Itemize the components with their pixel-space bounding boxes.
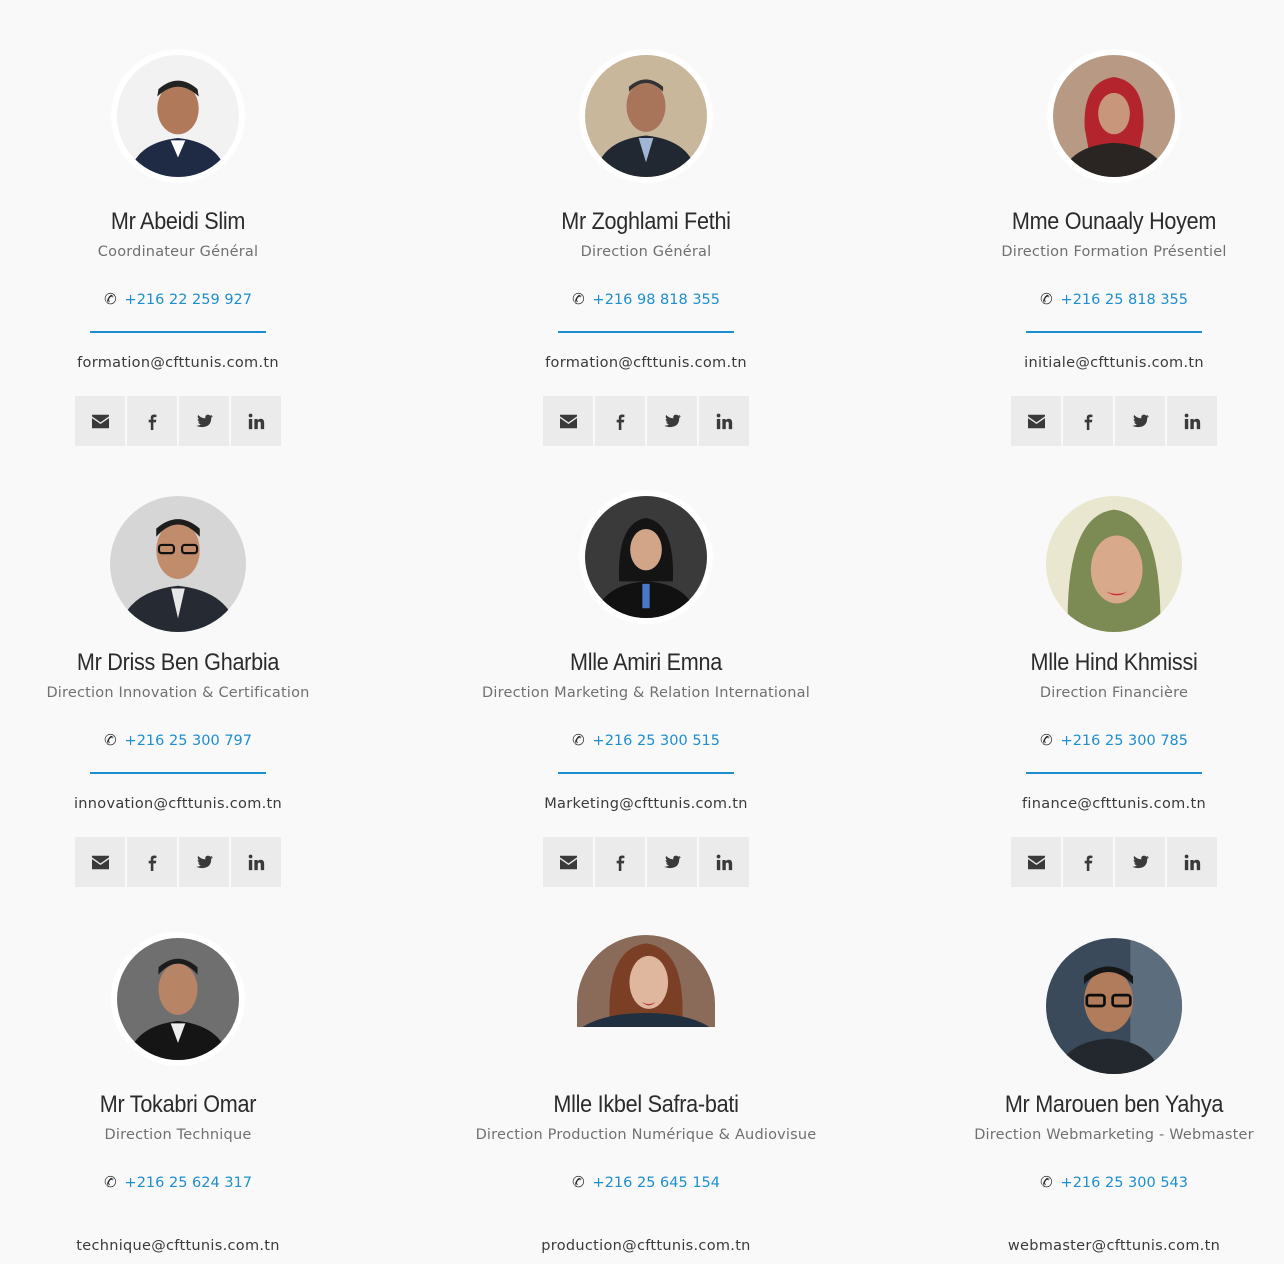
avatar [1046,496,1182,632]
member-email: finance@cfttunis.com.tn [1022,796,1206,812]
twitter-icon[interactable] [179,837,229,887]
facebook-icon[interactable] [1063,396,1113,446]
member-email: technique@cfttunis.com.tn [76,1238,280,1254]
phone-icon: ✆ [102,1172,119,1192]
member-role: Direction Innovation & Certification [46,685,310,701]
envelope-icon[interactable] [75,396,125,446]
phone-line: ✆ +216 25 300 797 [0,730,388,750]
avatar [585,496,707,618]
linkedin-icon[interactable] [1167,837,1217,887]
phone-link[interactable]: +216 25 300 797 [125,733,252,749]
avatar [585,55,707,177]
facebook-icon[interactable] [127,396,177,446]
member-name: Mlle Ikbel Safra-bati [553,1091,739,1118]
linkedin-icon[interactable] [699,837,749,887]
social-links [543,396,749,446]
phone-icon: ✆ [1038,730,1055,750]
twitter-icon[interactable] [1115,396,1165,446]
divider [558,331,734,333]
phone-line: ✆ +216 25 300 543 [904,1172,1284,1192]
phone-line: ✆ +216 98 818 355 [436,289,856,309]
linkedin-icon[interactable] [231,837,281,887]
social-links [1011,837,1217,887]
phone-line: ✆ +216 25 645 154 [436,1172,856,1192]
phone-line: ✆ +216 25 818 355 [904,289,1284,309]
phone-link[interactable]: +216 98 818 355 [593,292,720,308]
divider [90,331,266,333]
facebook-icon[interactable] [127,837,177,887]
phone-link[interactable]: +216 25 300 543 [1061,1175,1188,1191]
envelope-icon[interactable] [1011,837,1061,887]
avatar [1046,938,1182,1074]
member-email: initiale@cfttunis.com.tn [1024,355,1204,371]
member-name: Mr Marouen ben Yahya [1004,1091,1224,1118]
member-email: production@cfttunis.com.tn [541,1238,751,1254]
twitter-icon[interactable] [647,837,697,887]
linkedin-icon[interactable] [699,396,749,446]
member-name: Mr Zoghlami Fethi [561,208,731,235]
avatar [117,938,239,1060]
avatar [577,935,715,1027]
member-email: formation@cfttunis.com.tn [77,355,279,371]
twitter-icon[interactable] [179,396,229,446]
phone-link[interactable]: +216 25 300 515 [593,733,720,749]
phone-icon: ✆ [570,1172,587,1192]
member-email: formation@cfttunis.com.tn [545,355,747,371]
phone-link[interactable]: +216 22 259 927 [125,292,252,308]
divider [90,772,266,774]
divider [1026,331,1202,333]
linkedin-icon[interactable] [231,396,281,446]
envelope-icon[interactable] [75,837,125,887]
social-links [543,837,749,887]
phone-icon: ✆ [1038,289,1055,309]
social-links [75,837,281,887]
phone-line: ✆ +216 25 624 317 [0,1172,388,1192]
social-links [1011,396,1217,446]
member-name: Mr Abeidi Slim [110,208,246,235]
member-role: Direction Général [580,244,712,260]
phone-icon: ✆ [102,289,119,309]
divider [558,772,734,774]
member-role: Direction Formation Présentiel [1001,244,1227,260]
envelope-icon[interactable] [543,396,593,446]
member-email: webmaster@cfttunis.com.tn [1007,1238,1221,1254]
phone-icon: ✆ [570,289,587,309]
envelope-icon[interactable] [543,837,593,887]
twitter-icon[interactable] [647,396,697,446]
avatar [110,496,246,632]
member-email: Marketing@cfttunis.com.tn [544,796,748,812]
avatar [1053,55,1175,177]
phone-line: ✆ +216 25 300 515 [436,730,856,750]
phone-icon: ✆ [570,730,587,750]
member-name: Mr Tokabri Omar [99,1091,257,1118]
phone-icon: ✆ [102,730,119,750]
twitter-icon[interactable] [1115,837,1165,887]
facebook-icon[interactable] [595,396,645,446]
member-role: Direction Webmarketing - Webmaster [974,1127,1254,1143]
member-role: Direction Technique [104,1127,252,1143]
member-email: innovation@cfttunis.com.tn [73,796,283,812]
social-links [75,396,281,446]
member-role: Coordinateur Général [97,244,259,260]
divider [1026,772,1202,774]
phone-line: ✆ +216 25 300 785 [904,730,1284,750]
phone-icon: ✆ [1038,1172,1055,1192]
phone-link[interactable]: +216 25 300 785 [1061,733,1188,749]
phone-link[interactable]: +216 25 818 355 [1061,292,1188,308]
phone-link[interactable]: +216 25 624 317 [125,1175,252,1191]
linkedin-icon[interactable] [1167,396,1217,446]
facebook-icon[interactable] [595,837,645,887]
phone-link[interactable]: +216 25 645 154 [593,1175,720,1191]
member-role: Direction Financière [1039,685,1189,701]
member-role: Direction Production Numérique & Audiovi… [475,1127,817,1143]
envelope-icon[interactable] [1011,396,1061,446]
member-role: Direction Marketing & Relation Internati… [482,685,810,701]
member-name: Mlle Amiri Emna [570,649,722,676]
phone-line: ✆ +216 22 259 927 [0,289,388,309]
member-name: Mlle Hind Khmissi [1030,649,1198,676]
avatar [117,55,239,177]
member-name: Mr Driss Ben Gharbia [76,649,280,676]
facebook-icon[interactable] [1063,837,1113,887]
member-name: Mme Ounaaly Hoyem [1011,208,1217,235]
